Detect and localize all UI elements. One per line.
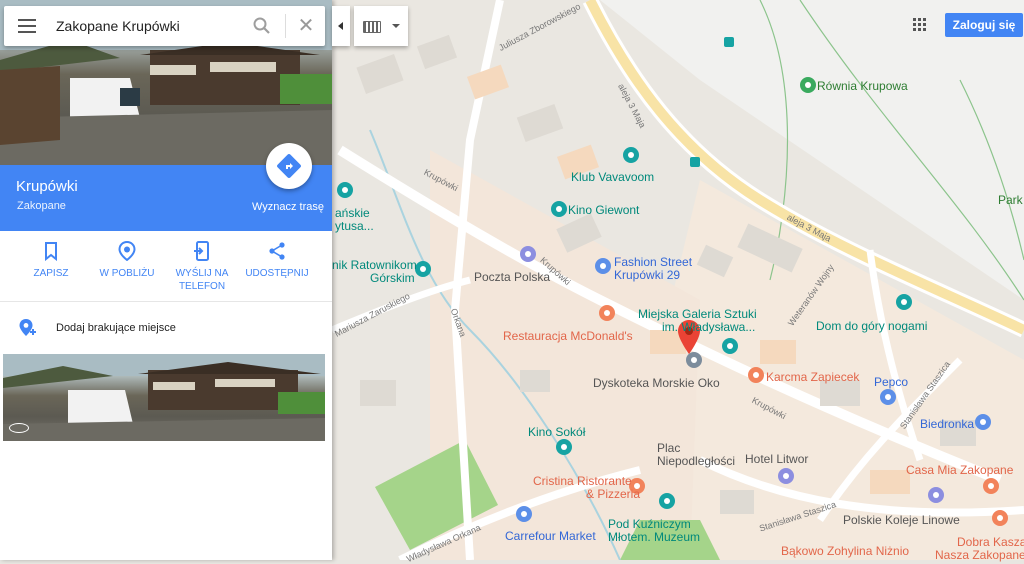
close-icon[interactable]: ✕: [296, 16, 316, 36]
park-icon[interactable]: [800, 77, 816, 93]
map-label-pod1[interactable]: Pod Kuźniczym: [608, 517, 691, 531]
search-icon[interactable]: [252, 16, 272, 36]
menu-icon[interactable]: [18, 19, 36, 33]
action-row: ZAPISZ W POBLIŻU WYŚLIJ NA TELEFON UDOST…: [0, 231, 332, 302]
bookmark-icon: [45, 242, 57, 261]
transit-square-icon[interactable]: [690, 157, 700, 167]
map-label-fashion2[interactable]: Krupówki 29: [614, 268, 680, 282]
share-icon: [269, 242, 285, 260]
add-missing-label: Dodaj brakujące miejsce: [56, 322, 176, 334]
chevron-down-icon: [392, 24, 400, 28]
nearby-label: W POBLIŻU: [99, 268, 155, 279]
map-label-fashion1[interactable]: Fashion Street: [614, 255, 692, 269]
share-label: UDOSTĘPNIJ: [245, 268, 309, 279]
transit-icon[interactable]: [928, 487, 944, 503]
map-label-plac1[interactable]: Plac: [657, 441, 680, 455]
restaurant-icon[interactable]: [992, 510, 1008, 526]
map-label-pepco[interactable]: Pepco: [874, 375, 908, 389]
map-label-galeria1[interactable]: Miejska Galeria Sztuki: [638, 307, 757, 321]
restaurant-icon[interactable]: [748, 367, 764, 383]
street-view-thumbnail[interactable]: [3, 354, 325, 441]
transit-square-icon[interactable]: [724, 37, 734, 47]
cinema-icon[interactable]: [551, 201, 567, 217]
send-to-phone-label: WYŚLIJ NA TELEFON: [175, 268, 229, 292]
map-label-ratownikom1[interactable]: nik Ratownikom: [332, 258, 417, 272]
map-label-pod2[interactable]: Młotem. Muzeum: [608, 530, 700, 544]
map-label-plac2[interactable]: Niepodległości: [657, 454, 735, 468]
place-subtitle: Zakopane: [17, 200, 66, 212]
search-box: ✕: [4, 6, 325, 46]
save-label: ZAPISZ: [33, 268, 69, 279]
shopping-icon[interactable]: [595, 258, 611, 274]
location-dot-icon[interactable]: [686, 352, 702, 368]
sign-in-button[interactable]: Zaloguj się: [945, 13, 1023, 37]
attraction-icon[interactable]: [896, 294, 912, 310]
attraction-icon[interactable]: [337, 182, 353, 198]
map-label-dom-gory[interactable]: Dom do góry nogami: [816, 319, 927, 333]
keyboard-input-button[interactable]: [354, 6, 408, 46]
apps-grid-icon[interactable]: [913, 18, 927, 32]
map-label-tanskie1[interactable]: ańskie: [335, 206, 370, 220]
map-label-kino-giewont[interactable]: Kino Giewont: [568, 203, 639, 217]
keyboard-icon: [363, 21, 381, 33]
panorama-360-icon: [9, 423, 29, 433]
map-label-mcdonalds[interactable]: Restauracja McDonald's: [503, 329, 633, 343]
send-to-phone-icon: [194, 241, 209, 261]
map-label-cristina2[interactable]: & Pizzeria: [586, 487, 640, 501]
attraction-icon[interactable]: [415, 261, 431, 277]
map-label-dyskoteka[interactable]: Dyskoteka Morskie Oko: [593, 376, 720, 390]
map-label-poczta[interactable]: Poczta Polska: [474, 270, 550, 284]
cart-icon[interactable]: [516, 506, 532, 522]
map-label-hotel[interactable]: Hotel Litwor: [745, 452, 808, 466]
place-title: Krupówki: [16, 178, 78, 195]
map-label-park[interactable]: Park: [998, 193, 1023, 207]
map-label-cristina1[interactable]: Cristina Ristorante: [533, 474, 632, 488]
map-label-kino-sokol[interactable]: Kino Sokół: [528, 425, 585, 439]
restaurant-icon[interactable]: [983, 478, 999, 494]
place-panel: ✕ Krupówki Zakopane Wyznacz trasę ZAPISZ…: [0, 0, 332, 560]
turn-arrow-icon: [286, 163, 293, 169]
mail-icon[interactable]: [520, 246, 536, 262]
map-label-bakowo[interactable]: Bąkowo Zohylina Niżnio: [781, 544, 909, 558]
map-label-biedronka[interactable]: Biedronka: [920, 417, 974, 431]
map-label-rownia[interactable]: Równia Krupowa: [817, 79, 908, 93]
cart-icon[interactable]: [975, 414, 991, 430]
save-button[interactable]: ZAPISZ: [14, 241, 88, 280]
map-label-klub[interactable]: Klub Vavavoom: [571, 170, 654, 184]
restaurant-icon[interactable]: [599, 305, 615, 321]
send-to-phone-button[interactable]: WYŚLIJ NA TELEFON: [165, 241, 239, 293]
gallery-icon[interactable]: [722, 338, 738, 354]
collapse-panel-button[interactable]: [332, 6, 350, 46]
street-view-image: [3, 354, 325, 441]
map-label-carrefour[interactable]: Carrefour Market: [505, 529, 596, 543]
cinema-icon[interactable]: [556, 439, 572, 455]
museum-icon[interactable]: [659, 493, 675, 509]
nearby-button[interactable]: W POBLIŻU: [90, 241, 164, 280]
search-input[interactable]: [56, 14, 236, 38]
map-label-dobra1[interactable]: Dobra Kasza: [957, 535, 1024, 549]
directions-button[interactable]: [266, 143, 312, 189]
map-label-galeria2[interactable]: im. Władysława...: [662, 320, 755, 334]
shopping-icon[interactable]: [880, 389, 896, 405]
hotel-icon[interactable]: [778, 468, 794, 484]
search-divider: [285, 14, 286, 38]
add-location-icon: [19, 319, 36, 336]
cocktail-icon[interactable]: [623, 147, 639, 163]
map-label-karcma[interactable]: Karcma Zapiecek: [766, 370, 859, 384]
share-button[interactable]: UDOSTĘPNIJ: [240, 241, 314, 280]
map-label-tanskie2[interactable]: ytusa...: [335, 219, 374, 233]
map-label-pkl[interactable]: Polskie Koleje Linowe: [843, 513, 960, 527]
map-label-casa[interactable]: Casa Mia Zakopane: [906, 463, 1013, 477]
directions-label[interactable]: Wyznacz trasę: [252, 201, 324, 213]
add-missing-place[interactable]: Dodaj brakujące miejsce: [0, 310, 332, 346]
map-label-ratownikom2[interactable]: Górskim: [370, 271, 415, 285]
nearby-pin-icon: [118, 241, 136, 261]
